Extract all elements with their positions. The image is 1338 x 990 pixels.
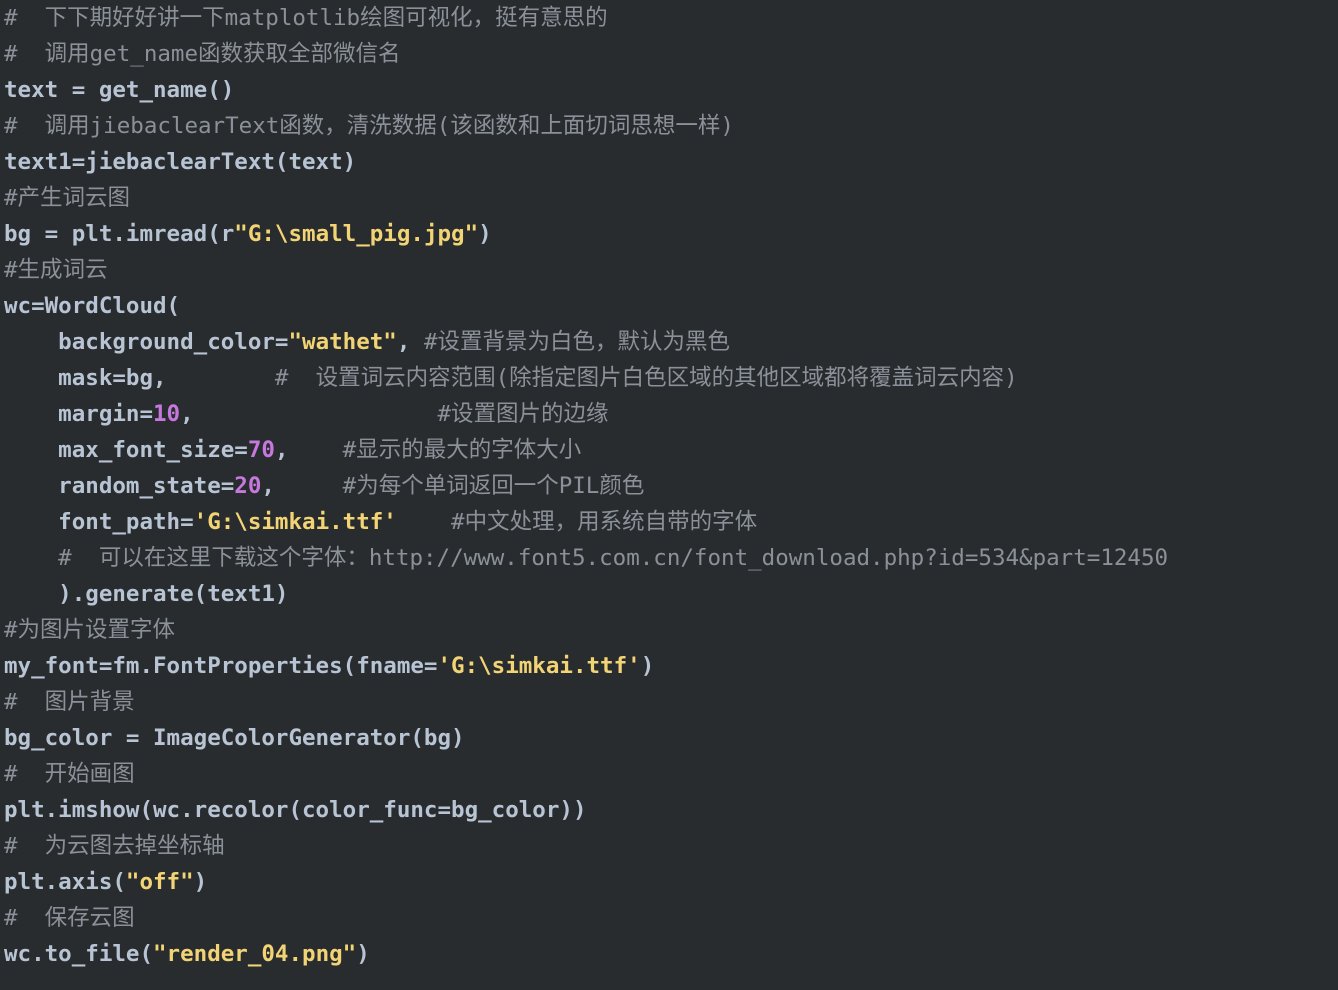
code-token-number: 20 <box>234 473 262 499</box>
code-line[interactable]: background_color="wathet", #设置背景为白色，默认为黑… <box>0 324 1338 360</box>
code-token-comment: # 图片背景 <box>4 689 135 715</box>
code-token-plain: font_path= <box>4 509 194 535</box>
code-line[interactable]: wc=WordCloud( <box>0 288 1338 324</box>
code-token-comment: # 调用jiebaclearText函数，清洗数据(该函数和上面切词思想一样) <box>4 113 734 139</box>
code-line[interactable]: text = get_name() <box>0 72 1338 108</box>
code-token-plain: wc.to_file( <box>4 941 154 967</box>
code-token-string: "wathet" <box>288 329 397 355</box>
code-line[interactable]: #产生词云图 <box>0 180 1338 216</box>
code-token-string: "render_04.png" <box>153 941 357 967</box>
code-token-comment: #中文处理，用系统自带的字体 <box>396 509 758 535</box>
code-token-string: "G:\small_pig.jpg" <box>234 221 479 247</box>
code-token-plain: my_font=fm.FontProperties(fname= <box>4 653 438 679</box>
code-token-comment: #为每个单词返回一个PIL颜色 <box>274 473 645 499</box>
code-token-plain: wc=WordCloud( <box>4 293 181 319</box>
code-line[interactable]: font_path='G:\simkai.ttf' #中文处理，用系统自带的字体 <box>0 504 1338 540</box>
code-token-string: "off" <box>125 869 194 895</box>
code-token-plain: , <box>396 329 424 355</box>
code-line[interactable]: margin=10, #设置图片的边缘 <box>0 396 1338 432</box>
code-token-comment: #设置背景为白色，默认为黑色 <box>423 329 730 355</box>
code-token-comment: #产生词云图 <box>4 185 131 211</box>
code-token-comment: # 调用get_name函数获取全部微信名 <box>4 41 401 67</box>
code-token-comment: # 可以在这里下载这个字体：http://www.font5.com.cn/fo… <box>4 545 1169 571</box>
code-token-plain: text = get_name() <box>4 77 235 103</box>
code-token-plain: bg_color = ImageColorGenerator(bg) <box>4 725 465 751</box>
code-token-comment: # 保存云图 <box>4 905 135 931</box>
code-token-plain: ) <box>640 653 655 679</box>
code-line[interactable]: text1=jiebaclearText(text) <box>0 144 1338 180</box>
code-token-plain: ) <box>356 941 370 967</box>
code-line[interactable]: # 调用get_name函数获取全部微信名 <box>0 36 1338 72</box>
code-token-plain: text1=jiebaclearText(text) <box>4 149 357 175</box>
code-line[interactable]: # 为云图去掉坐标轴 <box>0 828 1338 864</box>
code-token-string: 'G:\simkai.ttf' <box>193 509 397 535</box>
code-token-comment: # 下下期好好讲一下matplotlib绘图可视化，挺有意思的 <box>4 5 608 31</box>
code-line[interactable]: #为图片设置字体 <box>0 612 1338 648</box>
code-line[interactable]: my_font=fm.FontProperties(fname='G:\simk… <box>0 648 1338 684</box>
code-line[interactable]: plt.imshow(wc.recolor(color_func=bg_colo… <box>0 792 1338 828</box>
code-line[interactable]: # 开始画图 <box>0 756 1338 792</box>
code-token-comment: # 为云图去掉坐标轴 <box>4 833 225 859</box>
code-token-comment: #为图片设置字体 <box>4 617 176 643</box>
code-line[interactable]: wc.to_file("render_04.png") <box>0 936 1338 972</box>
code-token-plain: max_font_size= <box>4 437 248 463</box>
code-line[interactable]: max_font_size=70, #显示的最大的字体大小 <box>0 432 1338 468</box>
code-token-plain: ) <box>193 869 208 895</box>
code-token-plain: margin= <box>4 401 154 427</box>
code-token-comment: #设置图片的边缘 <box>193 401 609 427</box>
code-line[interactable]: bg = plt.imread(r"G:\small_pig.jpg") <box>0 216 1338 252</box>
code-editor[interactable]: # 下下期好好讲一下matplotlib绘图可视化，挺有意思的 # 调用get_n… <box>0 0 1338 990</box>
code-token-plain: , <box>261 473 275 499</box>
code-token-plain: , <box>180 401 194 427</box>
code-line[interactable]: mask=bg, # 设置词云内容范围(除指定图片白色区域的其他区域都将覆盖词云… <box>0 360 1338 396</box>
code-line[interactable]: random_state=20, #为每个单词返回一个PIL颜色 <box>0 468 1338 504</box>
code-token-plain: plt.axis( <box>4 869 126 895</box>
code-token-number: 10 <box>153 401 181 427</box>
code-token-plain: background_color= <box>4 329 289 355</box>
code-line[interactable]: #生成词云 <box>0 252 1338 288</box>
code-line[interactable]: # 图片背景 <box>0 684 1338 720</box>
code-line[interactable]: bg_color = ImageColorGenerator(bg) <box>0 720 1338 756</box>
code-token-plain: bg = plt.imread(r <box>4 221 235 247</box>
code-token-comment: #显示的最大的字体大小 <box>288 437 582 463</box>
code-token-number: 70 <box>247 437 275 463</box>
code-token-comment: # 设置词云内容范围(除指定图片白色区域的其他区域都将覆盖词云内容) <box>166 365 1018 391</box>
code-token-plain: mask=bg, <box>4 365 167 391</box>
code-line[interactable]: # 调用jiebaclearText函数，清洗数据(该函数和上面切词思想一样) <box>0 108 1338 144</box>
code-line[interactable]: ).generate(text1) <box>0 576 1338 612</box>
code-line[interactable]: # 下下期好好讲一下matplotlib绘图可视化，挺有意思的 <box>0 0 1338 36</box>
code-token-comment: # 开始画图 <box>4 761 135 787</box>
code-token-plain: ).generate(text1) <box>4 581 289 607</box>
code-token-plain: ) <box>478 221 492 247</box>
code-line[interactable]: plt.axis("off") <box>0 864 1338 900</box>
code-line[interactable]: # 保存云图 <box>0 900 1338 936</box>
code-token-plain: , <box>274 437 289 463</box>
code-token-plain: plt.imshow(wc.recolor(color_func=bg_colo… <box>4 797 587 823</box>
code-token-string: 'G:\simkai.ttf' <box>437 653 641 679</box>
code-token-plain: random_state= <box>4 473 235 499</box>
code-token-comment: #生成词云 <box>4 257 108 283</box>
code-line[interactable]: # 可以在这里下载这个字体：http://www.font5.com.cn/fo… <box>0 540 1338 576</box>
